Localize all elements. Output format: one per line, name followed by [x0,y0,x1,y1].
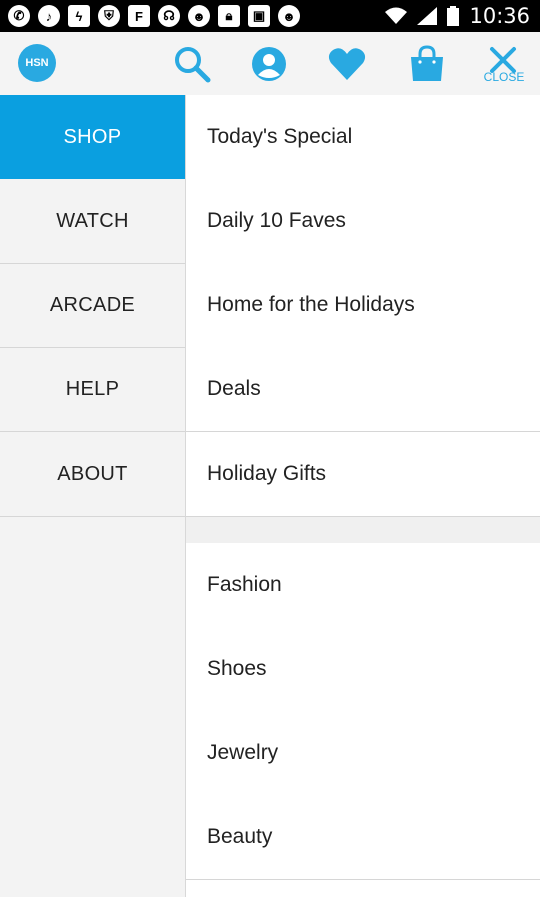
lock-icon: 🔒︎ [218,5,240,27]
list-item-label: Today's Special [207,125,353,148]
list-item-shoes[interactable]: Shoes [186,627,540,712]
left-navigation: SHOP WATCH ARCADE HELP ABOUT [0,95,186,897]
bot-icon: ☻ [188,5,210,27]
nav-shop[interactable]: SHOP [0,95,185,179]
nav-arcade[interactable]: ARCADE [0,263,185,348]
list-item-deals[interactable]: Deals [186,347,540,432]
section-divider [186,517,540,544]
shopping-bag-button[interactable] [405,42,449,86]
list-item-label: Shoes [207,657,267,680]
search-button[interactable] [170,42,214,86]
nav-watch[interactable]: WATCH [0,179,185,264]
list-item-label: Jewelry [207,741,279,764]
list-item-todays-special[interactable]: Today's Special [186,95,540,180]
system-status: 10:36 [385,4,530,28]
list-item-label: Home for the Holidays [207,293,415,316]
user-icon [252,47,286,81]
image-icon: ▣ [248,5,270,27]
list-item-holiday-gifts[interactable]: Holiday Gifts [186,432,540,517]
bot-icon: ☻ [278,5,300,27]
clock: 10:36 [469,4,530,28]
list-item-label: Daily 10 Faves [207,209,346,232]
list-item-label: Deals [207,377,261,400]
account-button[interactable] [247,42,291,86]
headset-icon: ☊ [158,5,180,27]
list-item-home-for-the-holidays[interactable]: Home for the Holidays [186,263,540,348]
list-item-beauty[interactable]: Beauty [186,795,540,880]
list-item-daily-10-faves[interactable]: Daily 10 Faves [186,179,540,264]
status-bar: ✆ ♪ ϟ ⛨ F ☊ ☻ 🔒︎ ▣ ☻ 10:36 [0,0,540,32]
list-item-label: Holiday Gifts [207,462,327,485]
shopping-bag-icon [411,45,443,81]
list-item-label: Beauty [207,825,273,848]
music-icon: ♪ [38,5,60,27]
app-header: HSN [0,32,540,96]
battery-icon [447,6,460,26]
hsn-logo[interactable]: HSN [18,44,56,82]
wifi-icon [385,7,408,24]
list-item-jewelry[interactable]: Jewelry [186,711,540,796]
heart-icon [328,48,366,80]
close-label[interactable]: CLOSE [478,70,530,84]
whatsapp-icon: ✆ [8,5,30,27]
shield-icon: ⛨ [98,5,120,27]
list-item-fashion[interactable]: Fashion [186,543,540,628]
nav-about[interactable]: ABOUT [0,432,185,517]
list-item-label: Fashion [207,573,282,596]
search-icon [175,47,211,83]
notification-icons: ✆ ♪ ϟ ⛨ F ☊ ☻ 🔒︎ ▣ ☻ [8,5,300,27]
shop-category-list: Today's Special Daily 10 Faves Home for … [186,95,540,897]
bolt-icon: ϟ [68,5,90,27]
favorites-button[interactable] [325,42,369,86]
nav-help[interactable]: HELP [0,347,185,432]
signal-icon [417,7,438,25]
flipboard-icon: F [128,5,150,27]
